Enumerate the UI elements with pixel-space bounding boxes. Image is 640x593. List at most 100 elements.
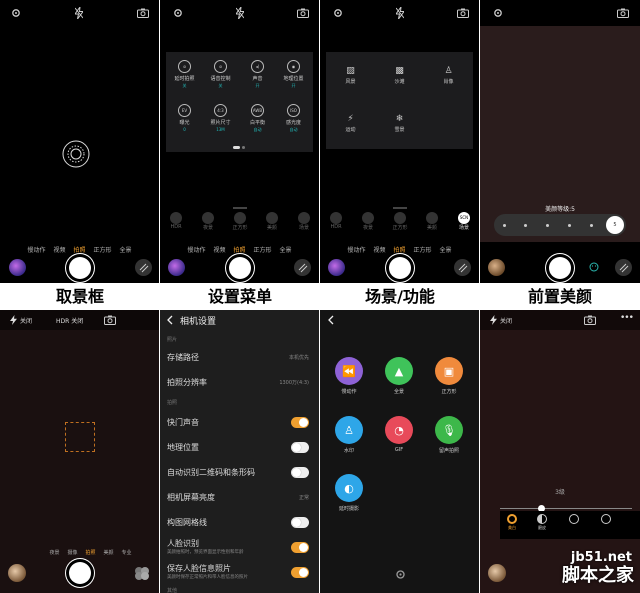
mode-video[interactable]: 视频 [53,245,65,255]
mode-square[interactable]: 正方形 [254,245,272,255]
hdr-label[interactable]: HDR 关闭 [56,316,83,325]
slider-knob[interactable]: 5 [606,216,624,234]
mode-photo[interactable]: 拍照 [393,245,405,255]
gallery-thumbnail[interactable] [168,259,185,276]
menu-iso[interactable]: ISO 感光度 自动 [277,104,310,133]
filter-icon[interactable] [294,259,311,276]
back-arrow-icon[interactable] [165,314,175,326]
mode-photo[interactable]: 拍照 [85,549,95,559]
mode-panorama[interactable]: 全景 [120,245,132,255]
mode-beauty[interactable]: 美颜 [104,549,114,559]
grid-toggle[interactable] [291,517,309,528]
tool-whiten[interactable]: 美白 [504,514,520,531]
menu-timer[interactable]: ⊘ 延时拍照 关 [168,60,201,89]
switch-camera-icon[interactable] [456,7,469,18]
setting-storage-path[interactable]: 存储路径 本机优先 [160,345,319,370]
shutter-button[interactable] [229,257,251,279]
switch-camera-icon[interactable] [616,7,629,18]
menu-location[interactable]: ◉ 地理位置 开 [277,60,310,89]
menu-white-balance[interactable]: AWB 白平衡 自动 [241,104,274,133]
scene-landscape[interactable]: ▨ 风景 [326,66,375,85]
gallery-thumbnail[interactable] [8,564,26,582]
feature-panorama[interactable]: ▲ 全景 [384,357,414,395]
shutter-sound-toggle[interactable] [291,417,309,428]
mode-square[interactable]: 正方形 [414,245,432,255]
feature-square[interactable]: ▣ 正方形 [434,357,464,395]
settings-gear-icon[interactable] [394,568,406,580]
tool-square[interactable]: 正方形 [230,212,250,231]
tool-beauty[interactable]: 美颜 [422,212,442,231]
tool-hdr[interactable]: HDR [326,212,346,230]
gallery-thumbnail[interactable] [488,564,506,582]
gallery-thumbnail[interactable] [328,259,345,276]
menu-voice[interactable]: ⊘ 语音控制 关 [204,60,237,89]
feature-watermark[interactable]: ♙ 水印 [334,416,364,454]
mode-photo[interactable]: 拍照 [73,245,85,255]
scene-portrait[interactable]: ♙ 肖像 [424,66,473,85]
mode-night[interactable]: 夜景 [49,549,59,559]
flash-off-icon[interactable] [73,6,85,19]
settings-gear-icon[interactable] [492,7,504,19]
save-face-toggle[interactable] [291,567,309,578]
filter-circles-icon[interactable] [133,565,151,581]
shutter-button[interactable] [69,257,91,279]
shutter-button[interactable] [549,257,571,279]
scene-snow[interactable]: ❄ 雪景 [375,114,424,133]
mode-video[interactable]: 摄像 [67,549,77,559]
mode-photo[interactable]: 拍照 [233,245,245,255]
tool-hdr[interactable]: HDR [166,212,186,230]
menu-exposure[interactable]: EV 曝光 0 [168,104,201,132]
tool-scene[interactable]: 场景 [294,212,314,231]
mode-slowmo[interactable]: 慢动作 [347,245,365,255]
mode-video[interactable]: 视频 [213,245,225,255]
flash-icon[interactable] [488,314,498,326]
location-toggle[interactable] [291,442,309,453]
drag-handle[interactable] [393,207,407,209]
settings-gear-icon[interactable] [172,7,184,19]
drag-handle[interactable] [233,207,247,209]
mode-slowmo[interactable]: 慢动作 [27,245,45,255]
feature-voice-photo[interactable]: 🎙 留声拍照 [434,416,464,454]
feature-timelapse[interactable]: ◐ 延时摄影 [334,474,364,512]
mode-video[interactable]: 视频 [373,245,385,255]
menu-photo-size[interactable]: 4:3 照片尺寸 13M [204,104,237,132]
flash-label[interactable]: 关闭 [20,316,32,325]
gallery-thumbnail[interactable] [9,259,26,276]
flash-off-icon[interactable] [234,6,246,19]
tool-square[interactable]: 正方形 [390,212,410,231]
tool-beauty[interactable]: 美颜 [262,212,282,231]
feature-gif[interactable]: ◔ GIF [384,416,414,453]
flash-off-icon[interactable] [394,6,406,19]
beauty-slider[interactable]: 5 [494,214,626,236]
face-detect-toggle[interactable] [291,542,309,553]
switch-camera-icon[interactable] [296,7,309,18]
mode-pro[interactable]: 专业 [122,549,132,559]
filter-icon[interactable] [454,259,471,276]
shutter-button[interactable] [69,562,91,584]
settings-gear-icon[interactable] [10,7,22,19]
gallery-thumbnail[interactable] [488,259,505,276]
flash-icon[interactable] [8,314,18,326]
mode-slowmo[interactable]: 慢动作 [187,245,205,255]
switch-camera-icon[interactable] [136,7,149,18]
mode-panorama[interactable]: 全景 [280,245,292,255]
shutter-button[interactable] [389,257,411,279]
beauty-face-icon[interactable] [588,261,600,273]
mode-panorama[interactable]: 全景 [440,245,452,255]
setting-resolution[interactable]: 拍照分辨率 1300万(4:3) [160,370,319,395]
tool-smooth[interactable]: 磨皮 [534,514,550,531]
setting-brightness[interactable]: 相机屏幕亮度 正常 [160,485,319,510]
settings-gear-icon[interactable] [332,7,344,19]
filter-icon[interactable] [615,259,632,276]
tool-eye[interactable] [598,514,614,524]
tool-scene[interactable]: SCN 场景 [454,212,474,231]
menu-sound[interactable]: ◂) 声音 开 [241,60,274,89]
tool-night[interactable]: 夜景 [198,212,218,231]
scene-sport[interactable]: ⚡ 运动 [326,114,375,133]
flash-label[interactable]: 关闭 [500,316,512,325]
mode-square[interactable]: 正方形 [94,245,112,255]
scene-beach[interactable]: ▩ 沙滩 [375,66,424,85]
tool-night[interactable]: 夜景 [358,212,378,231]
feature-slowmo[interactable]: ⏪ 慢动作 [334,357,364,395]
filter-icon[interactable] [135,259,152,276]
